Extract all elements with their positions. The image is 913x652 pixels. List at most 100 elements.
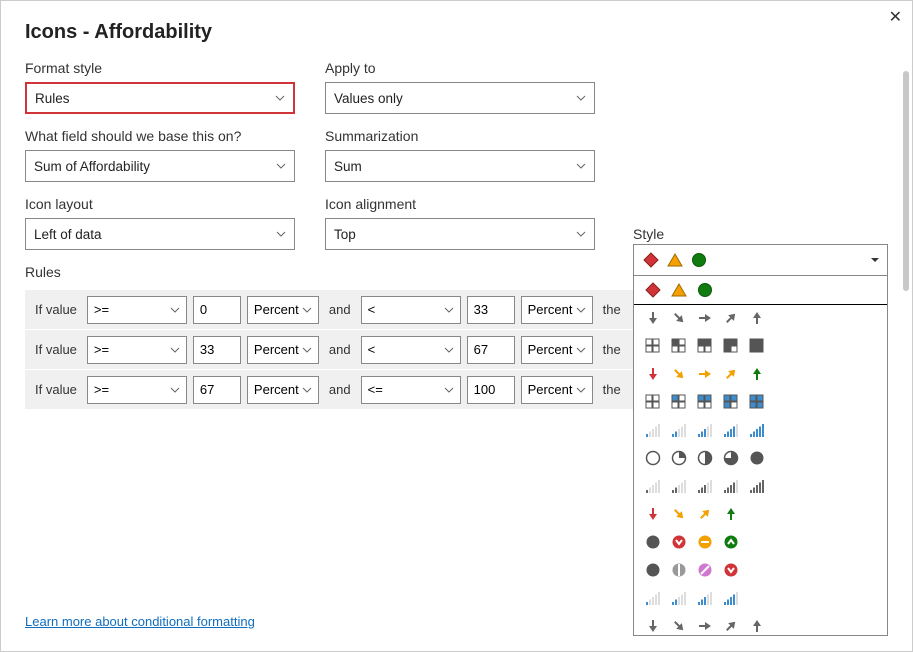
format-style-label: Format style	[25, 60, 295, 76]
base-field-select[interactable]: Sum of Affordability	[25, 150, 295, 182]
chevron-down-icon	[275, 93, 285, 103]
arrow-down-gray-icon	[644, 309, 662, 327]
chevron-down-icon	[276, 161, 286, 171]
style-select[interactable]	[633, 244, 888, 276]
style-dropdown[interactable]	[633, 276, 888, 636]
base-field-value: Sum of Affordability	[34, 159, 150, 174]
rule-unit1-select[interactable]: Percent	[247, 296, 319, 324]
bars-2-icon	[670, 421, 688, 439]
bsquare-q1-icon	[670, 393, 688, 411]
chevron-down-icon	[576, 161, 586, 171]
icon-alignment-label: Icon alignment	[325, 196, 595, 212]
arrow-dr-orange-icon	[670, 505, 688, 523]
style-option[interactable]	[634, 360, 887, 388]
gbars-4-icon	[722, 477, 740, 495]
style-option[interactable]	[634, 332, 887, 360]
rule-unit2-select[interactable]: Percent	[521, 376, 593, 404]
arrow-down-red-icon	[644, 505, 662, 523]
circle-gray-split-icon	[670, 561, 688, 579]
icon-layout-select[interactable]: Left of data	[25, 218, 295, 250]
chevron-down-icon	[576, 229, 586, 239]
bars-3-icon	[696, 421, 714, 439]
circle-amber-bar-icon	[696, 533, 714, 551]
arrow-down-red-icon	[644, 365, 662, 383]
format-style-value: Rules	[35, 91, 70, 106]
bars-4-icon	[722, 589, 740, 607]
pie-0-icon	[644, 449, 662, 467]
close-button[interactable]: ✕	[889, 7, 902, 27]
pie-3-icon	[722, 449, 740, 467]
arrow-right-gray-icon	[696, 617, 714, 635]
bars-4-icon	[722, 421, 740, 439]
rule-val1-input[interactable]	[193, 376, 241, 404]
style-option[interactable]	[634, 528, 887, 556]
icon-layout-value: Left of data	[34, 227, 102, 242]
rule-val1-input[interactable]	[193, 296, 241, 324]
rule-val1-input[interactable]	[193, 336, 241, 364]
gbars-3-icon	[696, 477, 714, 495]
rule-val2-input[interactable]	[467, 336, 515, 364]
circle-red-chev-icon	[670, 533, 688, 551]
pie-1-icon	[670, 449, 688, 467]
arrow-ur-orange-icon	[696, 505, 714, 523]
triangle-amber-icon	[670, 281, 688, 299]
style-option[interactable]	[634, 500, 887, 528]
rule-op2-select[interactable]: <=	[361, 376, 461, 404]
arrow-up-gray-icon	[748, 309, 766, 327]
rule-val2-input[interactable]	[467, 376, 515, 404]
style-option[interactable]	[634, 416, 887, 444]
caret-down-icon	[871, 256, 879, 264]
style-option[interactable]	[634, 584, 887, 612]
bsquare-q0-icon	[644, 393, 662, 411]
arrow-ur-gray-icon	[722, 309, 740, 327]
rule-unit1-select[interactable]: Percent	[247, 336, 319, 364]
chevron-down-icon	[576, 93, 586, 103]
learn-more-link[interactable]: Learn more about conditional formatting	[25, 614, 255, 629]
summarization-label: Summarization	[325, 128, 595, 144]
rule-val2-input[interactable]	[467, 296, 515, 324]
and-label: and	[325, 302, 355, 317]
rule-op2-select[interactable]: <	[361, 296, 461, 324]
style-option[interactable]	[634, 304, 887, 332]
apply-to-select[interactable]: Values only	[325, 82, 595, 114]
summarization-select[interactable]: Sum	[325, 150, 595, 182]
rule-unit2-select[interactable]: Percent	[521, 336, 593, 364]
icon-alignment-select[interactable]: Top	[325, 218, 595, 250]
arrow-right-gray-icon	[696, 309, 714, 327]
dialog-title: Icons - Affordability	[25, 21, 888, 44]
style-option[interactable]	[634, 556, 887, 584]
pie-2-icon	[696, 449, 714, 467]
style-option[interactable]	[634, 276, 887, 304]
style-option[interactable]	[634, 444, 887, 472]
apply-to-value: Values only	[334, 91, 403, 106]
gbars-2-icon	[670, 477, 688, 495]
circle-red-chev-icon	[722, 561, 740, 579]
arrow-dr-gray-icon	[670, 309, 688, 327]
style-option[interactable]	[634, 472, 887, 500]
style-selected-icons	[642, 251, 708, 269]
style-option[interactable]	[634, 388, 887, 416]
style-label: Style	[633, 226, 664, 242]
bars-1-icon	[644, 421, 662, 439]
if-value-label: If value	[31, 342, 81, 357]
summarization-value: Sum	[334, 159, 362, 174]
rule-op1-select[interactable]: >=	[87, 296, 187, 324]
arrow-up-green-icon	[748, 365, 766, 383]
arrow-dr-gray-icon	[670, 617, 688, 635]
gbars-1-icon	[644, 477, 662, 495]
rule-op1-select[interactable]: >=	[87, 336, 187, 364]
and-label: and	[325, 342, 355, 357]
rule-op1-select[interactable]: >=	[87, 376, 187, 404]
scrollbar-thumb[interactable]	[903, 71, 909, 291]
style-option[interactable]	[634, 612, 887, 636]
rule-op2-select[interactable]: <	[361, 336, 461, 364]
rule-unit1-select[interactable]: Percent	[247, 376, 319, 404]
square-q0-icon	[644, 337, 662, 355]
rule-unit2-select[interactable]: Percent	[521, 296, 593, 324]
then-label: the	[599, 382, 625, 397]
icon-layout-label: Icon layout	[25, 196, 295, 212]
chevron-down-icon	[276, 229, 286, 239]
format-style-select[interactable]: Rules	[25, 82, 295, 114]
if-value-label: If value	[31, 382, 81, 397]
bsquare-q2-icon	[696, 393, 714, 411]
